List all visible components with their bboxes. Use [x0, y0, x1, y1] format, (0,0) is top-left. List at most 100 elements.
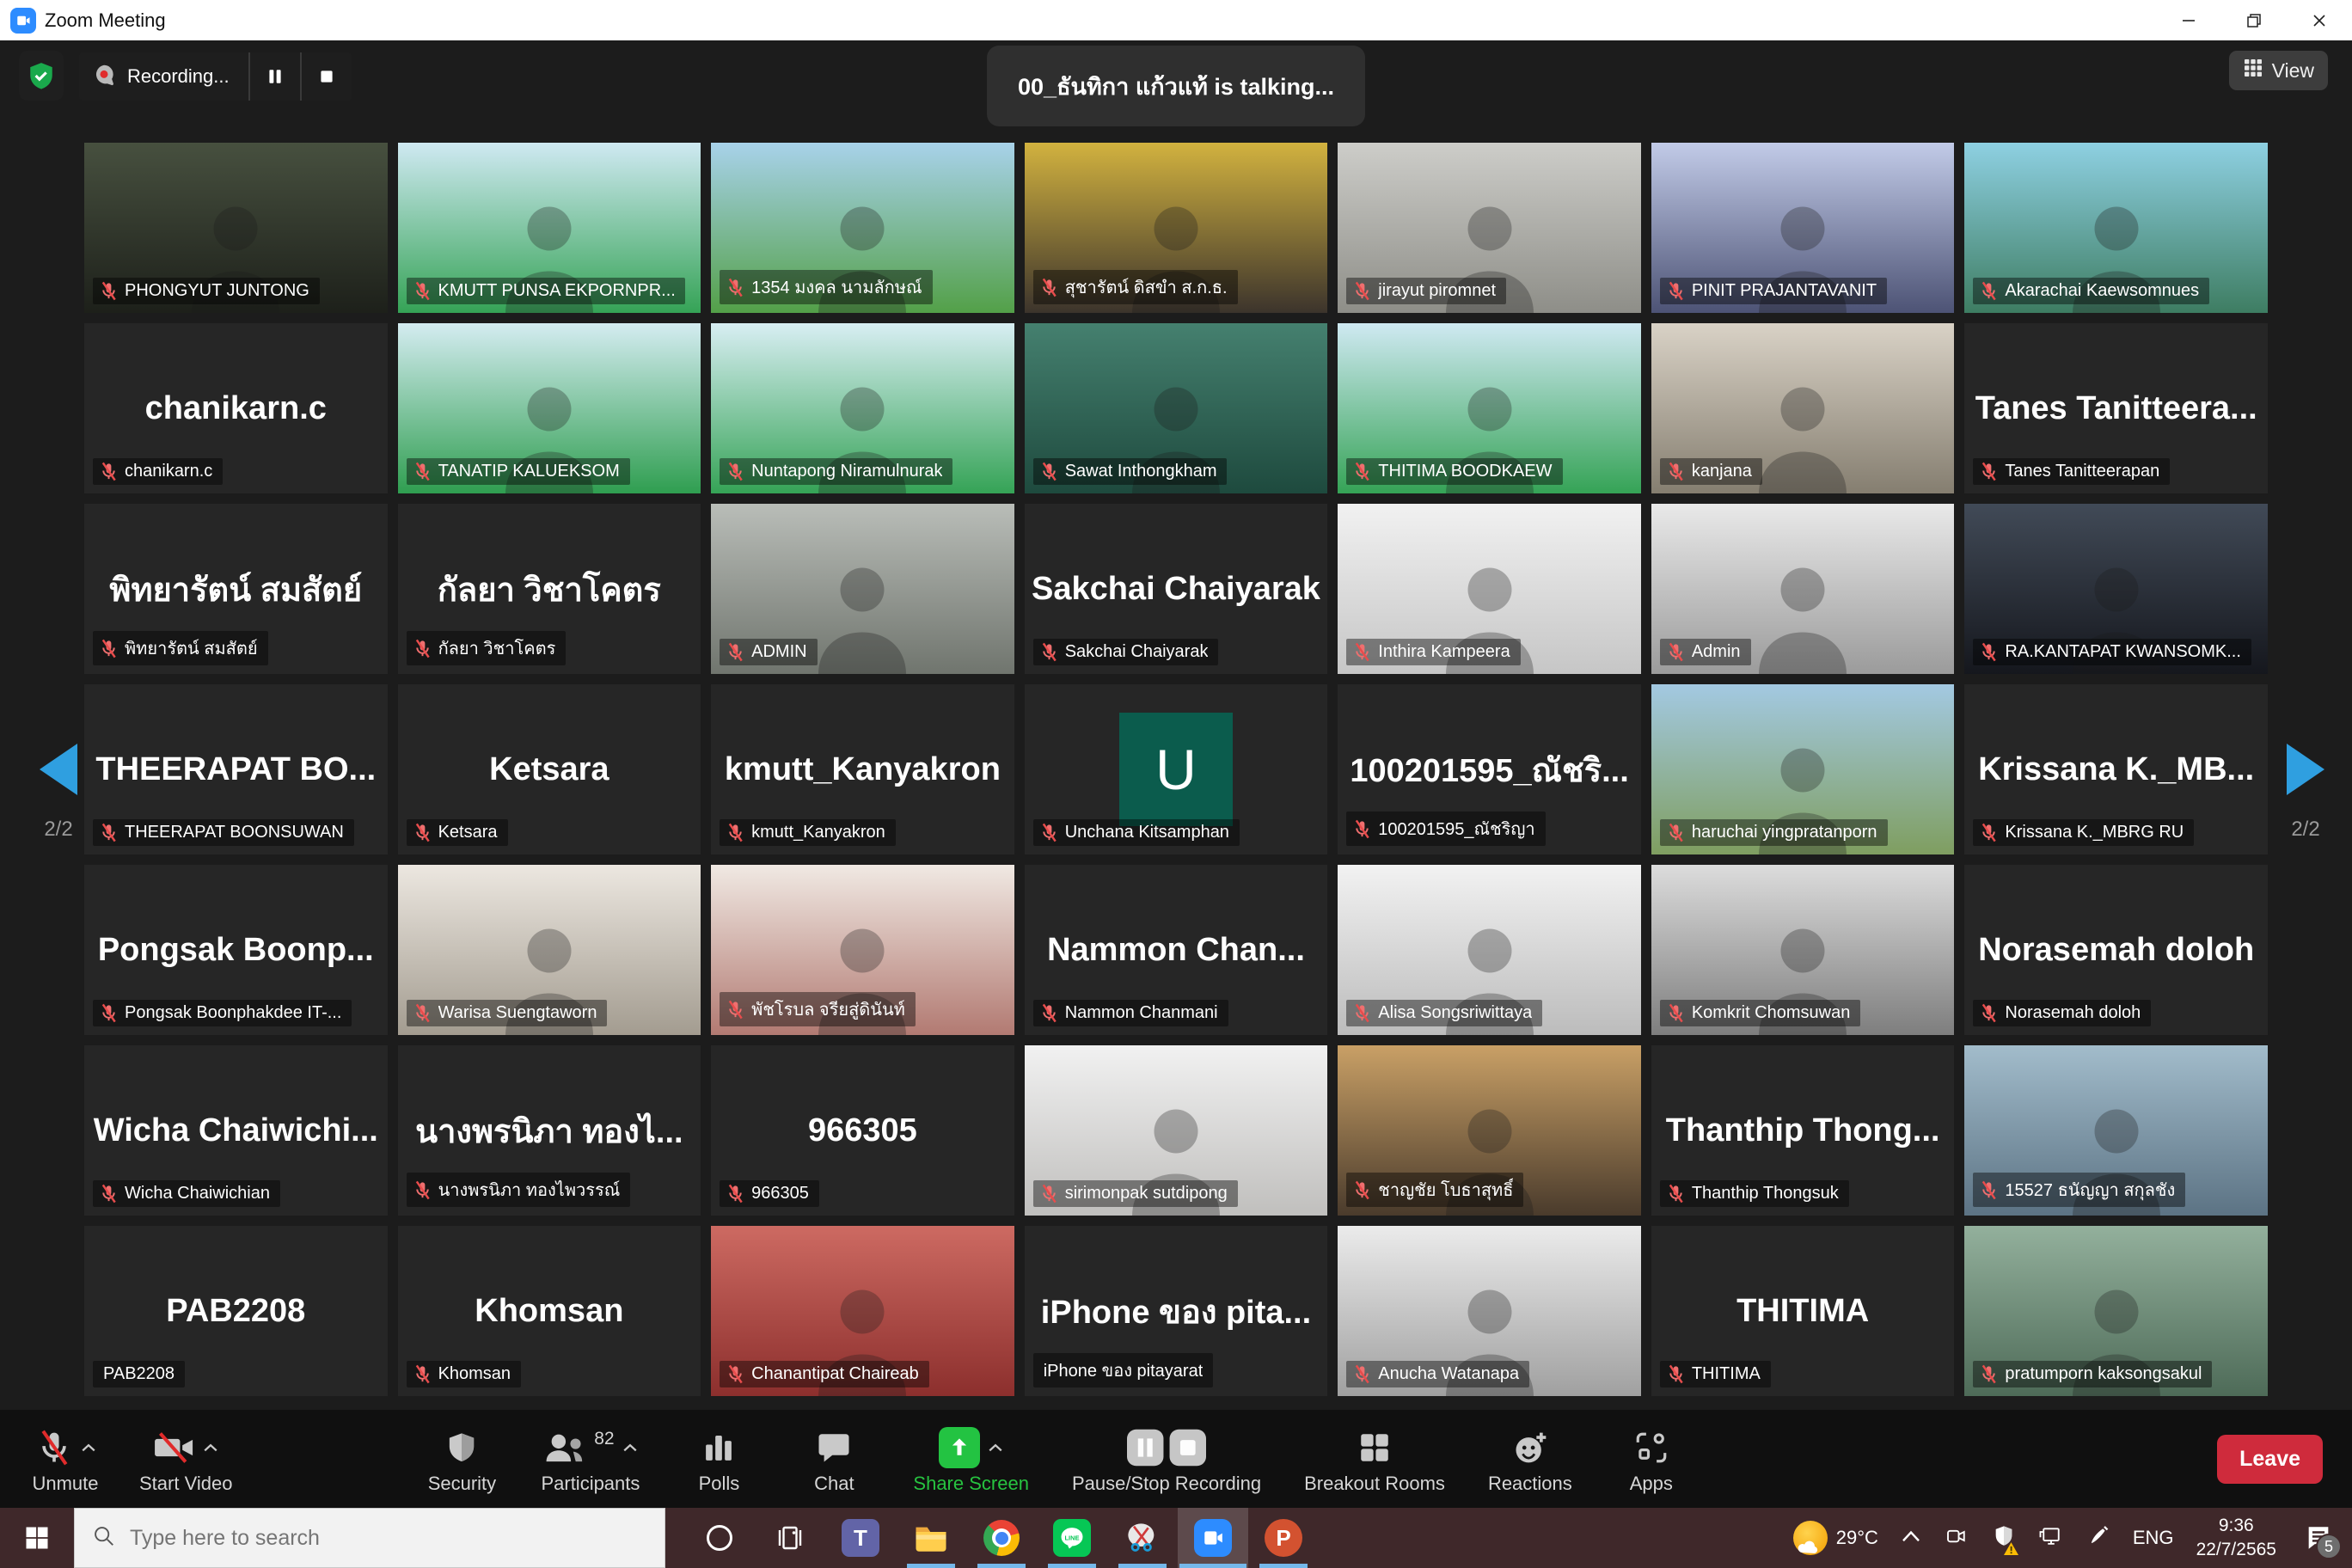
participant-tile[interactable]: Nammon Chan...Nammon Chanmani: [1025, 865, 1328, 1035]
participant-tile[interactable]: iPhone ของ pita...iPhone ของ pitayarat: [1025, 1226, 1328, 1396]
defender-tray-icon[interactable]: [1992, 1523, 2016, 1553]
toolbar-item-breakout-rooms[interactable]: Breakout Rooms: [1304, 1424, 1445, 1495]
toolbar-item-security[interactable]: Security: [426, 1424, 498, 1495]
participant-tile[interactable]: THEERAPAT BO...THEERAPAT BOONSUWAN: [84, 684, 388, 854]
taskbar-app-snip-icon[interactable]: [1107, 1508, 1178, 1568]
participant-tile[interactable]: Admin: [1651, 504, 1955, 674]
participant-tile[interactable]: RA.KANTAPAT KWANSOMK...: [1964, 504, 2268, 674]
participant-tile[interactable]: กัลยา วิชาโคตรกัลยา วิชาโคตร: [398, 504, 701, 674]
previous-page-arrow-icon[interactable]: [40, 744, 77, 795]
participant-tile[interactable]: Thanthip Thong...Thanthip Thongsuk: [1651, 1045, 1955, 1216]
participant-tile[interactable]: THITIMATHITIMA: [1651, 1226, 1955, 1396]
toolbar-item-reactions[interactable]: Reactions: [1488, 1424, 1572, 1495]
participant-tile[interactable]: pratumporn kaksongsakul: [1964, 1226, 2268, 1396]
mic-muted-icon: [1979, 281, 1999, 301]
security-shield-button[interactable]: [19, 51, 64, 101]
participant-tile[interactable]: chanikarn.cchanikarn.c: [84, 323, 388, 493]
stop-recording-button[interactable]: [300, 52, 352, 101]
participant-tile[interactable]: UUnchana Kitsamphan: [1025, 684, 1328, 854]
participant-tile[interactable]: TANATIP KALUEKSOM: [398, 323, 701, 493]
participant-tile[interactable]: 1354 มงคล นามลักษณ์: [711, 143, 1014, 313]
participant-tile[interactable]: สุชารัตน์ ดิสขำ ส.ก.ธ.: [1025, 143, 1328, 313]
participant-tile[interactable]: kmutt_Kanyakronkmutt_Kanyakron: [711, 684, 1014, 854]
participant-name-pill: Sawat Inthongkham: [1033, 458, 1228, 485]
participant-tile[interactable]: PHONGYUT JUNTONG: [84, 143, 388, 313]
restore-button[interactable]: [2221, 0, 2287, 40]
taskbar-app-zoom-icon[interactable]: [1178, 1508, 1248, 1568]
participant-tile[interactable]: นางพรนิภา ทองไ...นางพรนิภา ทองไพวรรณ์: [398, 1045, 701, 1216]
pause-recording-button[interactable]: [248, 52, 300, 101]
participant-tile[interactable]: ชาญชัย โบธาสุทธิ์: [1338, 1045, 1641, 1216]
taskbar-app-line-icon[interactable]: LINE: [1037, 1508, 1107, 1568]
participant-tile[interactable]: Inthira Kampeera: [1338, 504, 1641, 674]
search-input[interactable]: [130, 1526, 611, 1551]
participant-tile[interactable]: ADMIN: [711, 504, 1014, 674]
caret-up-icon[interactable]: [203, 1442, 218, 1453]
toolbar-item-polls[interactable]: Polls: [683, 1424, 755, 1495]
participant-name-pill: Alisa Songsriwittaya: [1346, 1000, 1542, 1026]
participant-tile[interactable]: Tanes Tanitteera...Tanes Tanitteerapan: [1964, 323, 2268, 493]
participant-tile[interactable]: Wicha Chaiwichi...Wicha Chaiwichian: [84, 1045, 388, 1216]
participant-tile[interactable]: 15527 ธนัญญา สกุลชัง: [1964, 1045, 2268, 1216]
view-button[interactable]: View: [2229, 51, 2328, 90]
participant-tile[interactable]: Warisa Suengtaworn: [398, 865, 701, 1035]
participant-tile[interactable]: พัชโรบล จรียสู่ดินันท์: [711, 865, 1014, 1035]
participant-tile[interactable]: Norasemah dolohNorasemah doloh: [1964, 865, 2268, 1035]
participant-tile[interactable]: 100201595_ณัชริ...100201595_ณัชริญา: [1338, 684, 1641, 854]
toolbar-item-start-video[interactable]: Start Video: [139, 1424, 232, 1495]
taskbar-app-teams-icon[interactable]: T: [825, 1508, 896, 1568]
taskbar-app-file-explorer-icon[interactable]: [896, 1508, 966, 1568]
language-indicator[interactable]: ENG: [2133, 1527, 2174, 1549]
participant-tile[interactable]: PAB2208PAB2208: [84, 1226, 388, 1396]
participant-tile[interactable]: Komkrit Chomsuwan: [1651, 865, 1955, 1035]
tray-overflow-chevron-icon[interactable]: [1901, 1529, 1921, 1547]
start-button[interactable]: [0, 1508, 74, 1568]
participant-tile[interactable]: Chanantipat Chaireab: [711, 1226, 1014, 1396]
toolbar-item-apps[interactable]: Apps: [1615, 1424, 1687, 1495]
participant-tile[interactable]: sirimonpak sutdipong: [1025, 1045, 1328, 1216]
minimize-button[interactable]: [2156, 0, 2221, 40]
participant-tile[interactable]: haruchai yingpratanporn: [1651, 684, 1955, 854]
participant-tile[interactable]: Krissana K._MB...Krissana K._MBRG RU: [1964, 684, 2268, 854]
camera-tray-icon[interactable]: [1944, 1523, 1969, 1553]
participant-tile[interactable]: Anucha Watanapa: [1338, 1226, 1641, 1396]
participant-tile[interactable]: Sawat Inthongkham: [1025, 323, 1328, 493]
toolbar-item-participants[interactable]: 82Participants: [541, 1424, 640, 1495]
participant-tile[interactable]: Alisa Songsriwittaya: [1338, 865, 1641, 1035]
toolbar-item-chat[interactable]: Chat: [798, 1424, 870, 1495]
participant-tile[interactable]: Sakchai ChaiyarakSakchai Chaiyarak: [1025, 504, 1328, 674]
taskbar-app-task-view-icon[interactable]: [755, 1508, 825, 1568]
action-center-button[interactable]: 5: [2299, 1518, 2338, 1558]
weather-widget[interactable]: 29°C: [1793, 1521, 1878, 1555]
caret-up-icon[interactable]: [622, 1442, 638, 1453]
participant-tile[interactable]: THITIMA BOODKAEW: [1338, 323, 1641, 493]
participant-tile[interactable]: พิทยารัตน์ สมสัตย์พิทยารัตน์ สมสัตย์: [84, 504, 388, 674]
network-tray-icon[interactable]: [2038, 1523, 2064, 1553]
participant-tile[interactable]: Pongsak Boonp...Pongsak Boonphakdee IT-.…: [84, 865, 388, 1035]
close-button[interactable]: [2287, 0, 2352, 40]
pen-tray-icon[interactable]: [2086, 1524, 2110, 1553]
taskbar-clock[interactable]: 9:36 22/7/2565: [2196, 1514, 2276, 1563]
participant-tile[interactable]: PINIT PRAJANTAVANIT: [1651, 143, 1955, 313]
caret-up-icon[interactable]: [81, 1442, 96, 1453]
taskbar-app-powerpoint-icon[interactable]: P: [1248, 1508, 1319, 1568]
participant-tile[interactable]: KetsaraKetsara: [398, 684, 701, 854]
participant-tile[interactable]: KhomsanKhomsan: [398, 1226, 701, 1396]
taskbar-app-chrome-icon[interactable]: [966, 1508, 1037, 1568]
participant-tile[interactable]: Nuntapong Niramulnurak: [711, 323, 1014, 493]
participant-tile[interactable]: KMUTT PUNSA EKPORNPR...: [398, 143, 701, 313]
leave-button[interactable]: Leave: [2217, 1435, 2323, 1484]
next-page-arrow-icon[interactable]: [2287, 744, 2324, 795]
toolbar-item-share-screen[interactable]: Share Screen: [913, 1424, 1029, 1495]
participant-name-label: kanjana: [1692, 462, 1752, 481]
participant-tile[interactable]: Akarachai Kaewsomnues: [1964, 143, 2268, 313]
taskbar-search[interactable]: [74, 1508, 665, 1568]
participant-tile[interactable]: kanjana: [1651, 323, 1955, 493]
participant-tile[interactable]: jirayut piromnet: [1338, 143, 1641, 313]
taskbar-app-cortana-icon[interactable]: [684, 1508, 755, 1568]
participant-tile[interactable]: 966305966305: [711, 1045, 1014, 1216]
caret-up-icon[interactable]: [988, 1442, 1003, 1453]
toolbar-item-pause-stop-recording[interactable]: Pause/Stop Recording: [1072, 1424, 1261, 1495]
toolbar-item-unmute[interactable]: Unmute: [29, 1424, 101, 1495]
recording-controls-icon: [1127, 1429, 1206, 1467]
